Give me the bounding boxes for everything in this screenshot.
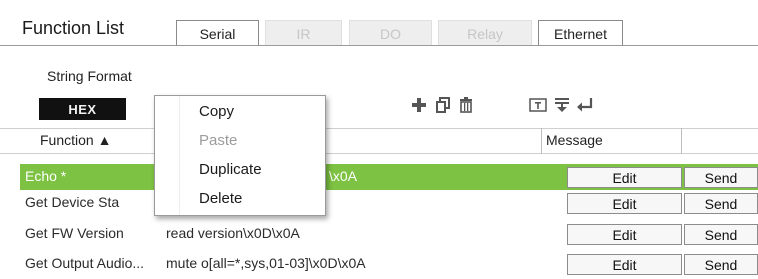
add-icon[interactable] (408, 94, 430, 116)
message-text: mute o[all=*,sys,01-03]\x0D\x0A (166, 255, 366, 271)
tab-do: DO (349, 20, 432, 46)
tab-serial[interactable]: Serial (176, 20, 259, 46)
message-column-header[interactable]: Message (546, 132, 603, 148)
menu-item-duplicate[interactable]: Duplicate (199, 161, 262, 178)
copy-icon[interactable] (432, 94, 454, 116)
text-box-icon[interactable] (527, 94, 549, 116)
send-button[interactable]: Send (684, 193, 758, 214)
hex-format-button[interactable]: HEX (39, 98, 126, 120)
menu-item-copy[interactable]: Copy (199, 103, 234, 120)
context-menu: Copy Paste Duplicate Delete (154, 95, 326, 216)
enter-icon[interactable] (574, 94, 596, 116)
delete-icon[interactable] (455, 94, 477, 116)
table-row[interactable]: Get Output Audio... mute o[all=*,sys,01-… (20, 251, 758, 277)
edit-button[interactable]: Edit (567, 193, 682, 214)
menu-item-paste: Paste (199, 132, 238, 149)
tab-relay: Relay (438, 20, 532, 46)
string-format-label: String Format (47, 68, 132, 84)
edit-button[interactable]: Edit (567, 167, 682, 188)
column-header-row (0, 128, 758, 154)
message-text: read version\x0D\x0A (166, 225, 300, 241)
column-divider (541, 128, 542, 154)
send-button[interactable]: Send (684, 167, 758, 188)
menu-gutter (179, 96, 180, 215)
menu-item-delete[interactable]: Delete (199, 190, 242, 207)
table-row[interactable]: Get FW Version read version\x0D\x0A Edit… (20, 221, 758, 247)
function-name: Get Device Sta (25, 194, 120, 210)
edit-button[interactable]: Edit (567, 254, 682, 275)
tab-ethernet[interactable]: Ethernet (538, 20, 623, 46)
function-list-panel: Function List Serial IR DO Relay Etherne… (0, 0, 758, 279)
edit-button[interactable]: Edit (567, 224, 682, 245)
function-name: Get FW Version (25, 225, 124, 241)
send-button[interactable]: Send (684, 224, 758, 245)
insert-icon[interactable] (551, 94, 573, 116)
function-name: Get Output Audio... (25, 255, 145, 271)
table-row[interactable]: Get Device Sta Edit Send (20, 190, 758, 216)
function-column-header[interactable]: Function ▲ (40, 132, 111, 148)
page-title: Function List (22, 18, 125, 38)
tab-ir: IR (265, 20, 342, 46)
table-row[interactable]: Echo * \x0A Edit Send (20, 164, 758, 190)
send-button[interactable]: Send (684, 254, 758, 275)
column-divider (681, 128, 682, 154)
header-divider (0, 45, 758, 46)
message-text: \x0A (329, 168, 358, 184)
function-name: Echo * (25, 168, 67, 184)
